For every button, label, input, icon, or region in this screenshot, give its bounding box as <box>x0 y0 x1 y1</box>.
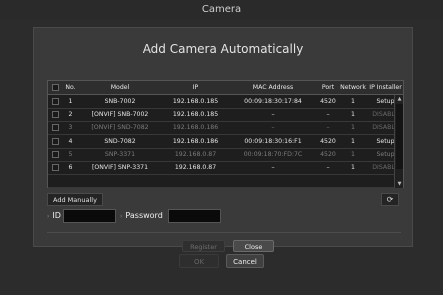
id-field[interactable] <box>63 209 116 223</box>
table-row <box>48 174 403 189</box>
scroll-thumb[interactable] <box>396 104 403 169</box>
row-checkbox[interactable] <box>52 111 59 119</box>
row-checkbox[interactable] <box>52 124 59 132</box>
cell-mac: – <box>271 124 275 132</box>
cell-port: 4520 <box>320 137 336 145</box>
col-no: No. <box>65 84 76 91</box>
cell-port: – <box>326 124 330 132</box>
table-row[interactable]: 5 SNP-3371 192.168.0.87 00:09:18:70:FD:7C 45… <box>48 148 403 162</box>
cell-model: [ONVIF] SNB-7002 <box>91 111 149 119</box>
password-field[interactable] <box>168 209 221 223</box>
cell-ip: 192.168.0.186 <box>172 124 219 132</box>
cell-mac: 00:09:18:30:17:84 <box>244 98 302 105</box>
cell-no: 2 <box>68 111 73 119</box>
cell-no: 1 <box>68 98 73 105</box>
table-header: No. Model IP MAC Address Port Network IP… <box>48 81 403 95</box>
refresh-icon[interactable]: ⟳ <box>381 193 399 206</box>
col-port: Port <box>321 84 335 91</box>
arrow-up-icon[interactable]: ▲ <box>396 95 403 103</box>
window-title: Camera <box>0 0 443 20</box>
cell-mac: – <box>271 111 275 119</box>
close-button[interactable]: Close <box>233 240 274 252</box>
cell-network: 1 <box>351 124 355 132</box>
cell-port: 4520 <box>320 150 336 158</box>
cell-model: [ONVIF] SND-7082 <box>91 124 149 132</box>
table-row[interactable]: 2 [ONVIF] SNB-7002 192.168.0.185– –1 DISABLE <box>48 108 403 123</box>
cell-network: 1 <box>351 150 355 158</box>
divider <box>47 232 401 233</box>
row-checkbox[interactable] <box>52 150 59 158</box>
cell-network: 1 <box>351 98 355 105</box>
cell-mac: 00:09:18:30:16:F1 <box>244 137 302 145</box>
cell-port: – <box>326 111 330 119</box>
cell-network: 1 <box>351 111 355 119</box>
id-label: › ID <box>47 211 61 220</box>
row-checkbox[interactable] <box>52 137 59 145</box>
add-manually-button[interactable]: Add Manually <box>47 193 103 206</box>
cell-port: – <box>326 164 330 171</box>
register-button[interactable]: Register <box>182 240 225 252</box>
cell-no: 6 <box>68 164 73 171</box>
row-checkbox[interactable] <box>52 98 59 105</box>
col-network: Network <box>340 84 366 91</box>
cell-ip: 192.168.0.87 <box>174 164 217 171</box>
col-ip-installer: IP Installer <box>369 84 402 91</box>
cell-network: 1 <box>351 164 355 171</box>
camera-table: No. Model IP MAC Address Port Network IP… <box>47 80 404 189</box>
cell-mac: 00:09:18:70:FD:7C <box>243 150 303 158</box>
table-scrollbar[interactable]: ▲ ▼ <box>394 95 403 188</box>
cell-model: SNP-3371 <box>104 150 136 158</box>
dialog-title: Add Camera Automatically <box>142 42 304 56</box>
cell-ip: 192.168.0.87 <box>174 150 217 158</box>
cell-network: 1 <box>351 137 355 145</box>
table-row[interactable]: 3 [ONVIF] SND-7082 192.168.0.186– –1 DISABLE <box>48 121 403 136</box>
cell-no: 4 <box>68 137 73 145</box>
ok-button[interactable]: OK <box>179 254 219 268</box>
row-checkbox[interactable] <box>52 164 59 171</box>
col-ip: IP <box>192 84 199 91</box>
col-mac: MAC Address <box>252 84 294 91</box>
cell-model: SNB-7002 <box>104 98 136 105</box>
table-row[interactable]: 4 SND-7082 192.168.0.186 00:09:18:30:16:F1 4… <box>48 135 403 149</box>
cell-model: [ONVIF] SNP-3371 <box>91 164 149 171</box>
table-row[interactable]: 1 SNB-7002 192.168.0.185 00:09:18:30:17:84 4… <box>48 95 403 109</box>
cell-no: 5 <box>68 150 73 158</box>
arrow-down-icon[interactable]: ▼ <box>396 180 403 188</box>
cell-ip: 192.168.0.185 <box>172 111 219 119</box>
password-label: › Password <box>120 211 163 220</box>
cell-ip: 192.168.0.186 <box>172 137 219 145</box>
cell-mac: – <box>271 164 275 171</box>
select-all-checkbox[interactable] <box>52 84 59 91</box>
table-row[interactable]: 6 [ONVIF] SNP-3371 192.168.0.87– –1 DISABLE <box>48 161 403 175</box>
col-model: Model <box>110 84 130 91</box>
cell-no: 3 <box>68 124 73 132</box>
cell-ip: 192.168.0.185 <box>172 98 219 105</box>
camera-window: Camera Add Camera Automatically No. Mode… <box>0 0 443 295</box>
cell-port: 4520 <box>320 98 336 105</box>
cancel-button[interactable]: Cancel <box>226 254 264 268</box>
cell-model: SND-7082 <box>104 137 136 145</box>
add-camera-dialog: Add Camera Automatically No. Model IP MA… <box>33 27 413 252</box>
